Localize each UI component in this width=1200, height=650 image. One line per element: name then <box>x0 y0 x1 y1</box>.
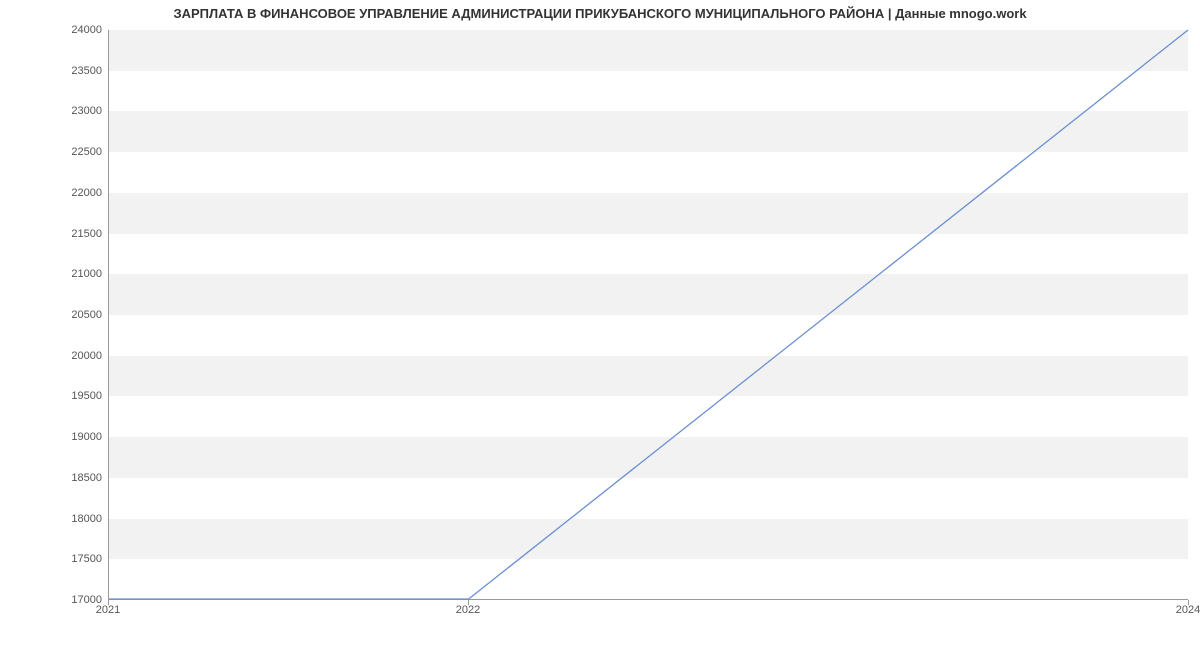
y-tick-label: 19000 <box>12 431 102 443</box>
y-tick-label: 21500 <box>12 228 102 240</box>
line-svg <box>109 30 1188 599</box>
chart-title: ЗАРПЛАТА В ФИНАНСОВОЕ УПРАВЛЕНИЕ АДМИНИС… <box>0 6 1200 21</box>
chart-container: ЗАРПЛАТА В ФИНАНСОВОЕ УПРАВЛЕНИЕ АДМИНИС… <box>0 0 1200 650</box>
y-tick-label: 20500 <box>12 309 102 321</box>
y-tick-label: 22500 <box>12 146 102 158</box>
x-tick-label: 2021 <box>96 604 120 616</box>
y-tick-label: 23000 <box>12 105 102 117</box>
y-tick-label: 23500 <box>12 65 102 77</box>
plot-area <box>108 30 1188 600</box>
y-tick-label: 22000 <box>12 187 102 199</box>
y-tick-label: 17500 <box>12 553 102 565</box>
y-tick-label: 21000 <box>12 268 102 280</box>
y-tick-label: 17000 <box>12 594 102 606</box>
y-tick-label: 20000 <box>12 350 102 362</box>
x-tick-label: 2022 <box>456 604 480 616</box>
y-tick-label: 18500 <box>12 472 102 484</box>
x-tick-label: 2024 <box>1176 604 1200 616</box>
y-tick-label: 24000 <box>12 24 102 36</box>
y-tick-label: 18000 <box>12 513 102 525</box>
data-line <box>109 30 1188 599</box>
y-tick-label: 19500 <box>12 390 102 402</box>
